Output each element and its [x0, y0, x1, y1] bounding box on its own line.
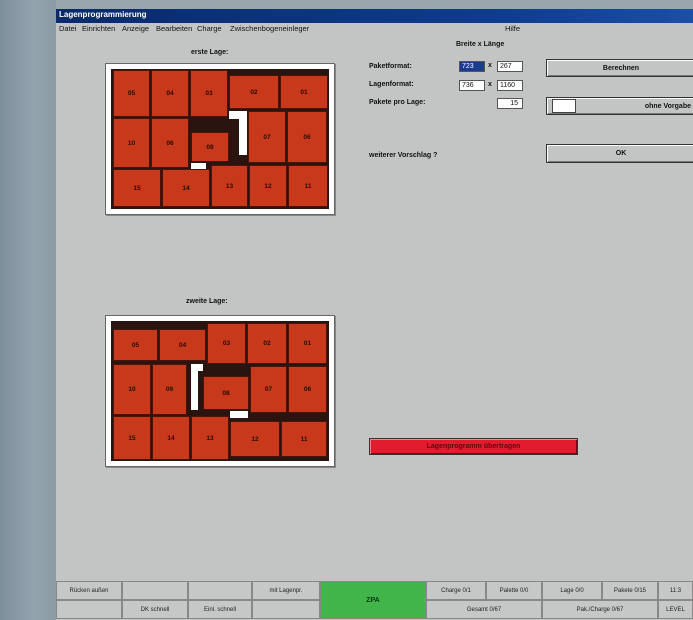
monitor-bezel — [0, 0, 56, 620]
package: 07 — [248, 111, 286, 163]
dk-schnell-button[interactable]: DK schnell — [122, 600, 188, 619]
package: 13 — [191, 416, 229, 460]
pakete-pro-lage-input[interactable]: 15 — [497, 98, 523, 109]
einl-schnell-button[interactable]: Einl. schnell — [188, 600, 252, 619]
paketformat-label: Paketformat: — [369, 63, 412, 70]
paketformat-width-input[interactable]: 723 — [459, 61, 485, 72]
menu-anzeige[interactable]: Anzeige — [122, 24, 149, 33]
gap-marker — [191, 163, 206, 169]
lagenformat-length-input[interactable]: 1160 — [497, 80, 523, 91]
package: 07 — [250, 366, 287, 413]
package: 06 — [151, 118, 189, 168]
package: 01 — [280, 75, 328, 109]
package: 10 — [113, 118, 150, 168]
package: 02 — [229, 75, 279, 109]
package: 06 — [288, 366, 327, 413]
zpa-button[interactable]: ZPA — [320, 581, 426, 619]
status-gesamt: Gesamt 0/67 — [426, 600, 542, 619]
package: 09 — [152, 364, 187, 415]
layer2-title: zweite Lage: — [186, 298, 228, 305]
status-cell — [188, 581, 252, 600]
package: 02 — [247, 323, 287, 364]
menu-charge[interactable]: Charge — [197, 24, 222, 33]
gap-marker — [191, 364, 203, 371]
app-window: Lagenprogrammierung Datei Einrichten Anz… — [56, 9, 693, 620]
layer1-title: erste Lage: — [191, 49, 229, 56]
window-title: Lagenprogrammierung — [59, 10, 147, 19]
package: 04 — [159, 329, 206, 361]
package: 15 — [113, 416, 151, 460]
package: 10 — [113, 364, 151, 415]
title-bar: Lagenprogrammierung — [56, 9, 693, 23]
status-level: LEVEL — [658, 600, 693, 619]
pakete-pro-lage-label: Pakete pro Lage: — [369, 99, 426, 106]
package: 14 — [162, 169, 210, 207]
menu-zwischenbogeneinleger[interactable]: Zwischenbogeneinleger — [230, 24, 309, 33]
gap-marker — [229, 111, 241, 119]
status-ruecken-aussen[interactable]: Rücken außen — [56, 581, 122, 600]
package: 08 — [191, 132, 229, 162]
package: 12 — [230, 421, 280, 457]
package: 05 — [113, 70, 150, 117]
layer2-panel: 05 04 03 02 01 10 09 08 07 06 15 14 13 1… — [105, 315, 335, 467]
package: 08 — [203, 376, 249, 410]
menu-bearbeiten[interactable]: Bearbeiten — [156, 24, 192, 33]
status-charge: Charge 0/1 — [426, 581, 486, 600]
package: 14 — [152, 416, 190, 460]
status-cell — [56, 600, 122, 619]
format-header: Breite x Länge — [456, 41, 505, 48]
gap-marker — [230, 411, 248, 418]
times-sign: x — [488, 62, 492, 69]
package: 12 — [249, 165, 287, 207]
ohne-vorgabe-checkbox[interactable] — [552, 99, 576, 113]
layer1-panel: 05 04 03 02 01 10 06 08 07 06 15 14 13 1… — [105, 63, 335, 215]
paketformat-length-input[interactable]: 267 — [497, 61, 523, 72]
ohne-vorgabe-button[interactable]: ohne Vorgabe — [546, 97, 693, 115]
status-pakete: Pakete 0/15 — [602, 581, 658, 600]
monitor-bezel-top — [56, 0, 693, 9]
berechnen-button[interactable]: Berechnen — [546, 59, 693, 77]
status-pak-charge: Pak./Charge 0/67 — [542, 600, 658, 619]
status-palette: Palette 0/0 — [486, 581, 542, 600]
lagenformat-label: Lagenformat: — [369, 81, 414, 88]
status-cell — [122, 581, 188, 600]
lagenprogramm-uebertragen-button[interactable]: Lagenprogramm übertragen — [369, 438, 578, 455]
menu-datei[interactable]: Datei — [59, 24, 77, 33]
layer2-pallet: 05 04 03 02 01 10 09 08 07 06 15 14 13 1… — [111, 321, 329, 461]
weiterer-vorschlag-label: weiterer Vorschlag ? — [369, 152, 438, 159]
package: 11 — [288, 165, 328, 207]
times-sign: x — [488, 81, 492, 88]
package: 06 — [287, 111, 327, 163]
ohne-vorgabe-label: ohne Vorgabe — [644, 102, 691, 110]
status-cell — [252, 600, 320, 619]
package: 11 — [281, 421, 327, 457]
package: 03 — [190, 70, 228, 117]
status-lage: Lage 0/0 — [542, 581, 602, 600]
package: 15 — [113, 169, 161, 207]
status-clock: 11:3 — [658, 581, 693, 600]
menu-bar: Datei Einrichten Anzeige Bearbeiten Char… — [56, 23, 693, 35]
menu-einrichten[interactable]: Einrichten — [82, 24, 115, 33]
menu-hilfe[interactable]: Hilfe — [505, 24, 520, 33]
status-bar: Rücken außen mit Lagenpr. ZPA Charge 0/1… — [56, 580, 693, 620]
package: 05 — [113, 329, 158, 361]
lagenformat-width-input[interactable]: 736 — [459, 80, 485, 91]
layer1-pallet: 05 04 03 02 01 10 06 08 07 06 15 14 13 1… — [111, 69, 329, 209]
package: 03 — [207, 323, 246, 364]
status-mit-lagenpr[interactable]: mit Lagenpr. — [252, 581, 320, 600]
package: 04 — [151, 70, 189, 117]
ok-button[interactable]: OK — [546, 144, 693, 163]
package: 13 — [211, 165, 248, 207]
package: 01 — [288, 323, 327, 364]
